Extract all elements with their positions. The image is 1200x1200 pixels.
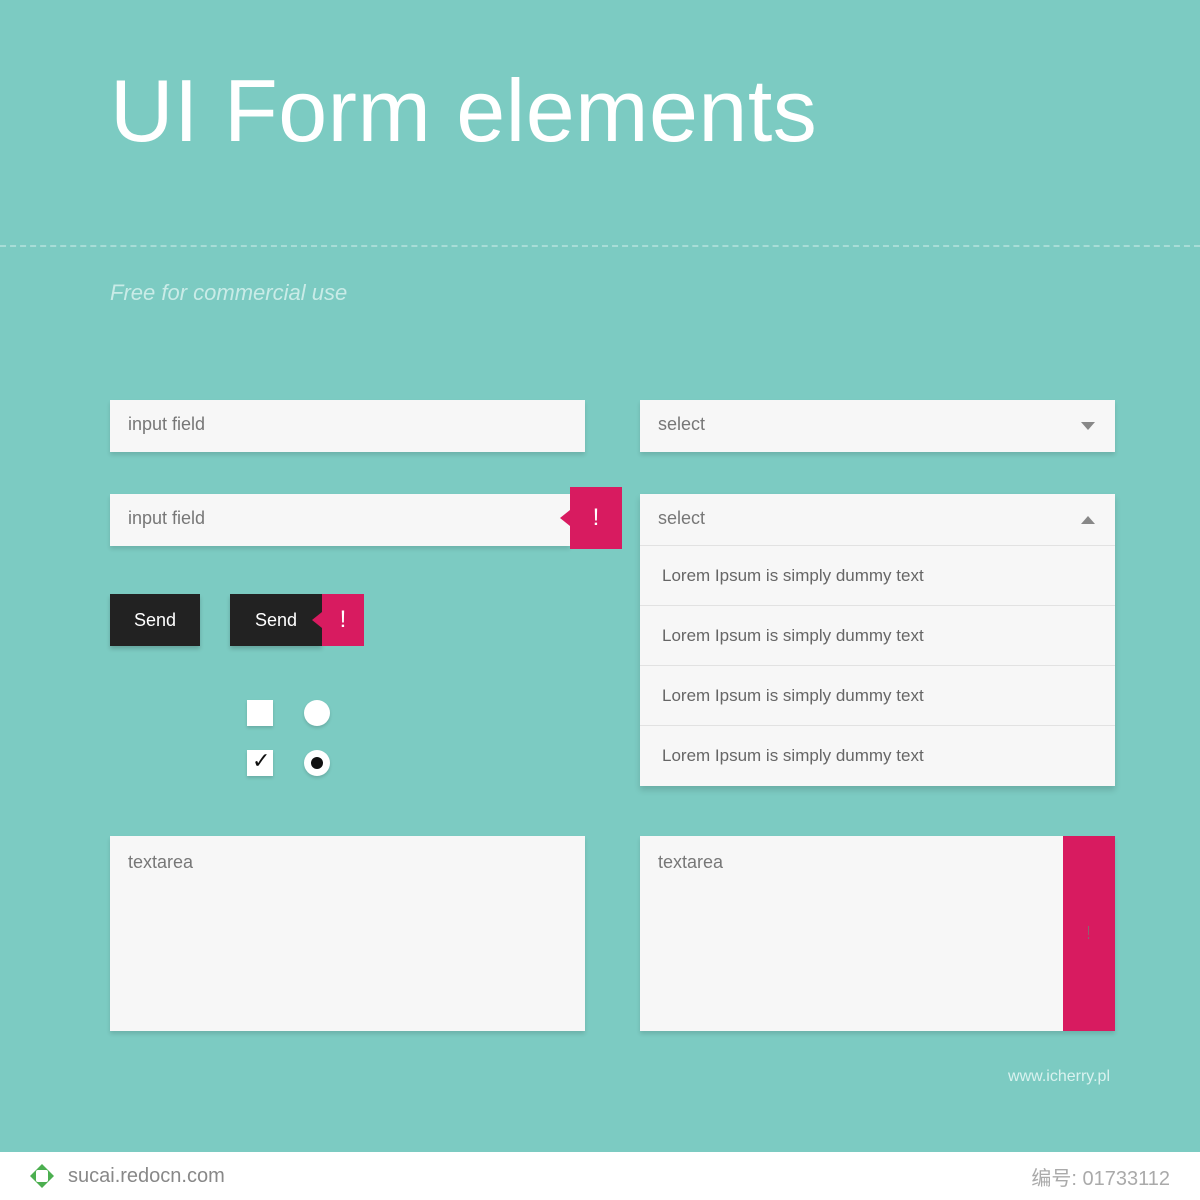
select-label: select	[640, 494, 1115, 543]
button-label: Send	[255, 610, 297, 631]
id-label: 编号	[1031, 1168, 1071, 1190]
radio-unchecked[interactable]	[304, 700, 330, 726]
site-logo-icon	[30, 1164, 54, 1188]
select-header[interactable]: select	[640, 494, 1115, 546]
radio-dot-icon	[311, 757, 323, 769]
radio-checked[interactable]	[304, 750, 330, 776]
select-open[interactable]: select Lorem Ipsum is simply dummy text …	[640, 494, 1115, 786]
check-icon: ✓	[252, 748, 270, 774]
send-button[interactable]: Send	[110, 594, 200, 646]
textarea[interactable]: textarea	[110, 836, 585, 1031]
input-placeholder: input field	[110, 494, 570, 543]
select-option[interactable]: Lorem Ipsum is simply dummy text	[640, 666, 1115, 726]
error-flag-icon: !	[570, 487, 622, 549]
select-label: select	[640, 400, 1115, 449]
id-value: 01733112	[1083, 1168, 1171, 1190]
select-option[interactable]: Lorem Ipsum is simply dummy text	[640, 546, 1115, 606]
credit-link[interactable]: www.icherry.pl	[1008, 1068, 1110, 1086]
meta-bar: sucai.redocn.com 编号: 01733112	[0, 1152, 1200, 1200]
subtitle: Free for commercial use	[110, 280, 347, 306]
textarea-placeholder: textarea	[110, 836, 585, 889]
button-label: Send	[134, 610, 176, 631]
chevron-down-icon	[1081, 422, 1095, 430]
checkbox-unchecked[interactable]	[247, 700, 273, 726]
site-url: sucai.redocn.com	[68, 1165, 225, 1188]
select-option[interactable]: Lorem Ipsum is simply dummy text	[640, 726, 1115, 786]
select-option[interactable]: Lorem Ipsum is simply dummy text	[640, 606, 1115, 666]
textarea-placeholder: textarea	[640, 836, 1115, 889]
select-closed[interactable]: select	[640, 400, 1115, 452]
textarea-error[interactable]: textarea !	[640, 836, 1115, 1031]
input-placeholder: input field	[110, 400, 585, 449]
checkbox-checked[interactable]: ✓	[247, 750, 273, 776]
divider	[0, 245, 1200, 247]
text-input[interactable]: input field	[110, 400, 585, 452]
text-input-error[interactable]: input field	[110, 494, 570, 546]
chevron-up-icon	[1081, 516, 1095, 524]
error-flag-icon: !	[1063, 836, 1115, 1031]
page-title: UI Form elements	[110, 60, 817, 162]
send-button-error[interactable]: Send	[230, 594, 322, 646]
error-flag-icon: !	[322, 594, 364, 646]
